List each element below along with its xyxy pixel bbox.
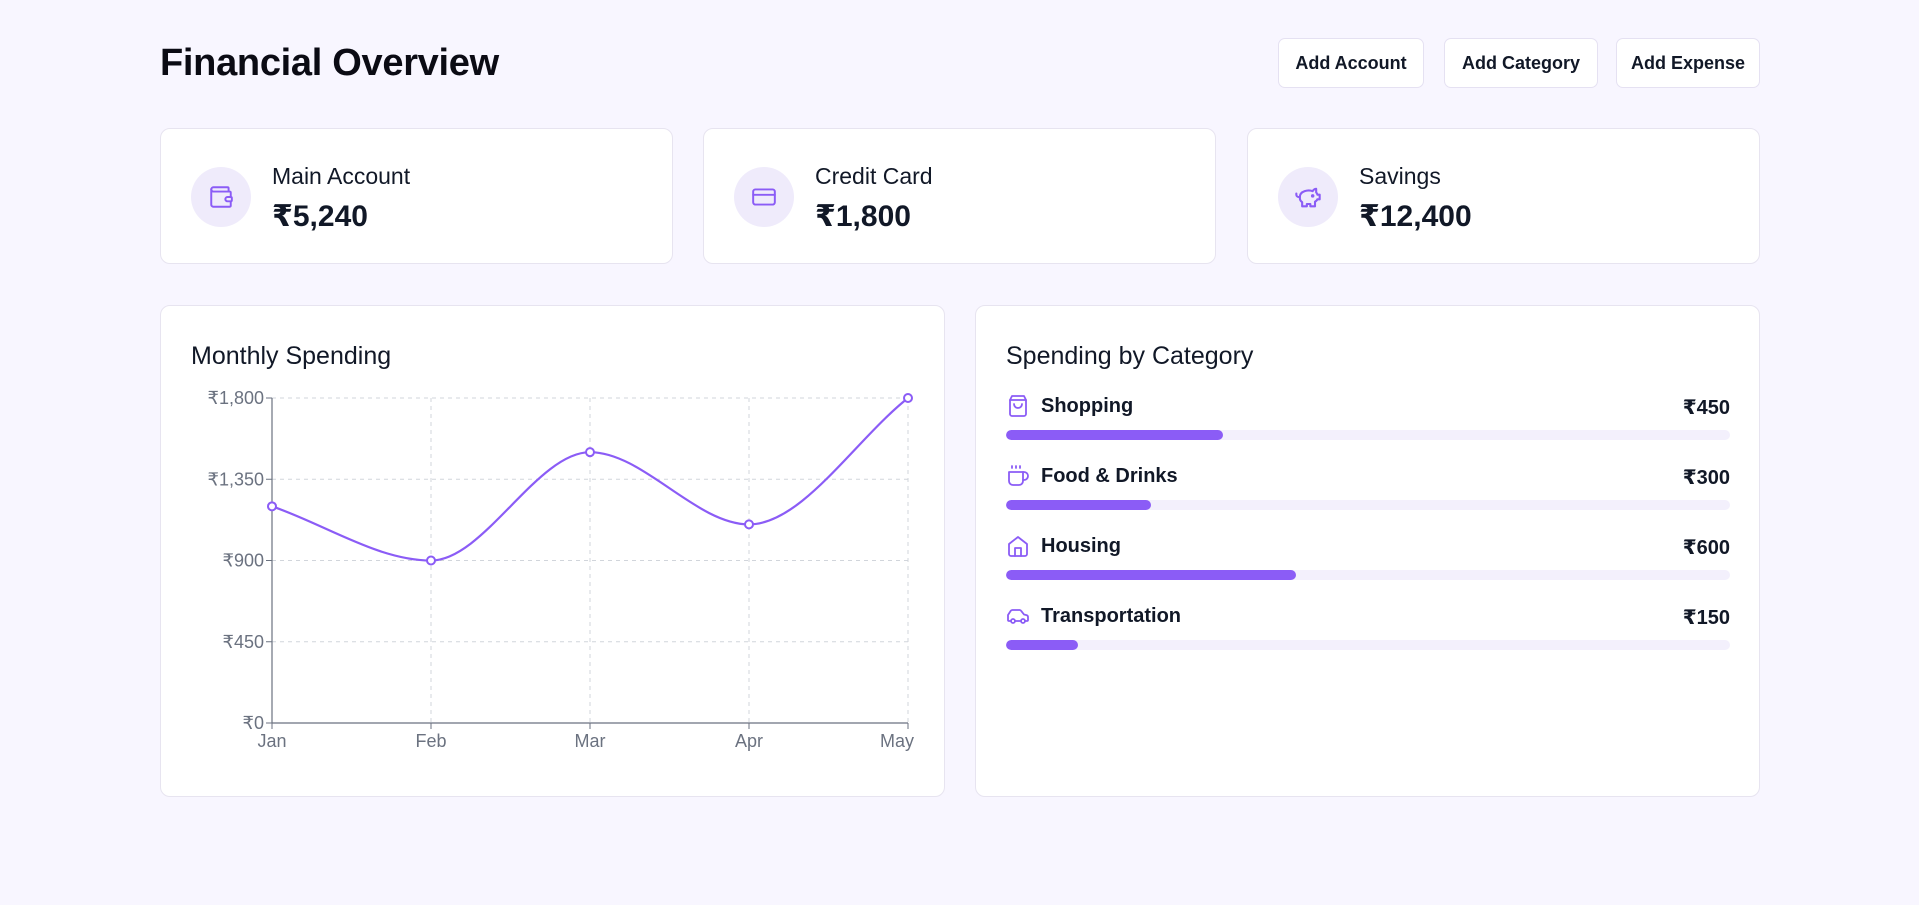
category-name: Housing: [1041, 535, 1121, 557]
category-amount: ₹300: [1682, 467, 1730, 489]
account-name: Main Account: [272, 163, 411, 189]
x-tick-label: Feb: [415, 731, 446, 751]
header: Financial Overview Add Account Add Categ…: [160, 38, 1760, 90]
coffee-icon: [1008, 465, 1029, 486]
panel-title: Spending by Category: [1006, 342, 1254, 370]
data-point: [903, 393, 913, 403]
y-tick-label: ₹1,800: [208, 388, 265, 408]
x-tick-label: Apr: [735, 731, 763, 751]
category-amount: ₹150: [1682, 607, 1730, 629]
add-expense-button[interactable]: Add Expense: [1616, 38, 1760, 88]
category-name: Food & Drinks: [1041, 465, 1178, 487]
data-point: [744, 519, 754, 530]
account-balance: ₹5,240: [272, 200, 368, 233]
spending-by-category-panel: Spending by Category Shopping ₹450 Food …: [975, 305, 1760, 797]
car-icon: [1007, 609, 1029, 624]
credit-card-icon: [734, 167, 794, 227]
y-tick-label: ₹1,350: [208, 469, 265, 489]
account-card-savings: Savings ₹12,400: [1247, 128, 1760, 264]
category-name: Shopping: [1041, 395, 1134, 417]
data-point: [585, 447, 595, 458]
account-card-credit: Credit Card ₹1,800: [703, 128, 1216, 264]
category-progress-bar: [1006, 640, 1079, 650]
y-tick-label: ₹900: [223, 551, 264, 571]
category-progress-track: [1006, 640, 1730, 650]
account-name: Savings: [1359, 163, 1441, 189]
monthly-spending-panel: Monthly Spending ₹0 ₹450 ₹900 ₹1,350 ₹1,800 J…: [160, 305, 945, 797]
home-icon: [1008, 536, 1028, 557]
account-balance: ₹1,800: [815, 200, 911, 233]
y-tick-label: ₹450: [223, 632, 264, 652]
category-row-housing: Housing ₹600: [1006, 534, 1730, 588]
page-title: Financial Overview: [160, 42, 499, 84]
add-category-button[interactable]: Add Category: [1444, 38, 1598, 88]
category-progress-track: [1006, 570, 1730, 580]
category-row-food: Food & Drinks ₹300: [1006, 464, 1730, 518]
category-row-transportation: Transportation ₹150: [1006, 604, 1730, 658]
category-progress-bar: [1006, 430, 1224, 440]
x-tick-label: Jan: [257, 731, 286, 751]
category-row-shopping: Shopping ₹450: [1006, 394, 1730, 448]
add-account-button[interactable]: Add Account: [1278, 38, 1424, 88]
piggy-bank-icon: [1278, 167, 1338, 227]
x-tick-label: Mar: [575, 731, 606, 751]
category-progress-bar: [1006, 570, 1296, 580]
shopping-bag-icon: [1009, 395, 1027, 417]
x-tick-label: May: [880, 731, 914, 751]
category-progress-track: [1006, 430, 1730, 440]
category-progress-track: [1006, 500, 1730, 510]
account-card-main: Main Account ₹5,240: [160, 128, 673, 264]
wallet-icon: [191, 167, 251, 227]
category-amount: ₹600: [1682, 537, 1730, 559]
monthly-spending-chart: ₹0 ₹450 ₹900 ₹1,350 ₹1,800 Jan Feb Mar Apr May: [208, 388, 915, 751]
data-point: [267, 501, 277, 512]
data-point: [426, 555, 436, 566]
y-tick-label: ₹0: [243, 713, 264, 733]
category-name: Transportation: [1041, 605, 1182, 627]
category-amount: ₹450: [1682, 397, 1730, 419]
account-name: Credit Card: [815, 163, 933, 189]
account-balance: ₹12,400: [1359, 200, 1472, 233]
category-progress-bar: [1006, 500, 1151, 510]
